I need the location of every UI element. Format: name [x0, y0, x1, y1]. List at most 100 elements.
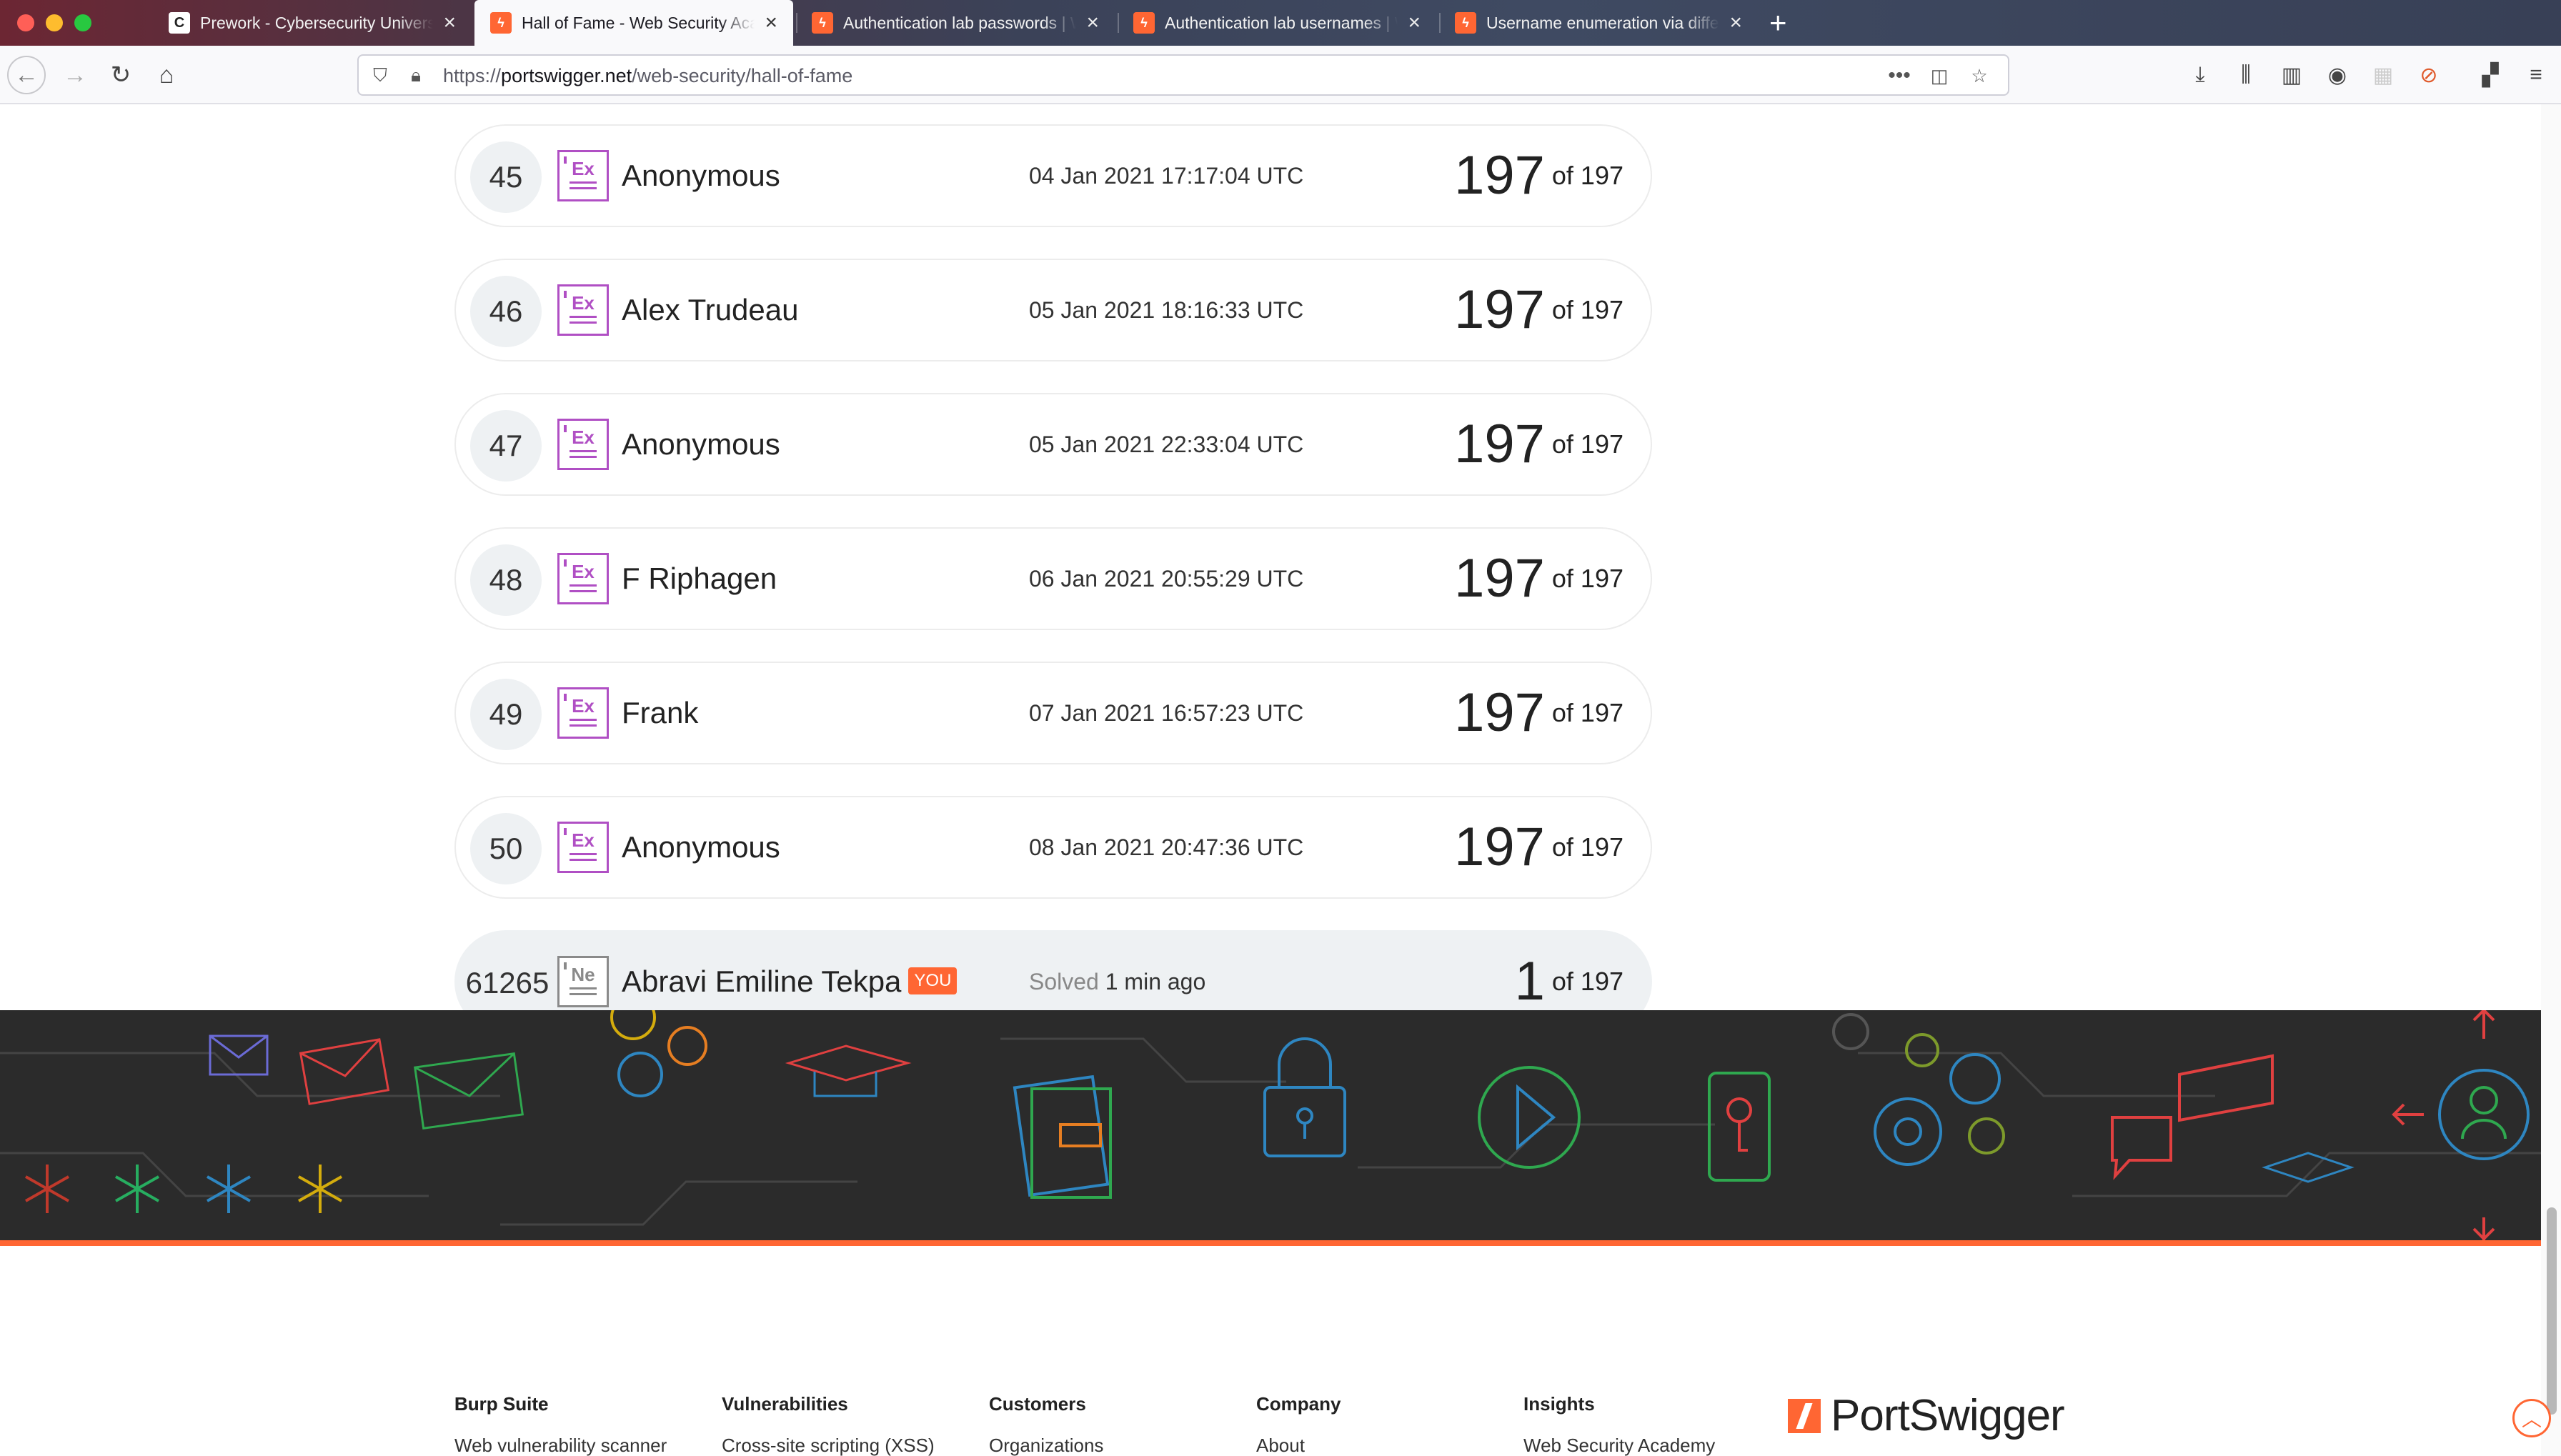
score-value: 197	[1454, 682, 1545, 743]
close-window-button[interactable]	[17, 14, 34, 31]
bookmark-star-icon[interactable]: ☆	[1968, 64, 1991, 87]
site-footer: Burp Suite Burp Suite Web vulnerability …	[0, 1246, 2541, 1456]
lock-icon[interactable]: 🔒︎	[404, 64, 427, 87]
blocker-extension-icon[interactable]: ⊘	[2414, 60, 2444, 90]
rank-number: 46	[470, 276, 542, 347]
footer-link-organizations[interactable]: Organizations	[989, 1435, 1103, 1456]
scrollbar-thumb[interactable]	[2547, 1207, 2557, 1415]
tab-username-enumeration[interactable]: ϟ Username enumeration via different res…	[1439, 0, 1758, 46]
footer-link-xss[interactable]: Cross-site scripting (XSS)	[722, 1435, 935, 1456]
zoom-window-button[interactable]	[74, 14, 91, 31]
table-row: 46 Ex Alex Trudeau 05 Jan 2021 18:16:33 …	[454, 259, 1652, 361]
tab-title: Prework - Cybersecurity University	[200, 13, 434, 32]
score: 197 of 197	[1454, 663, 1623, 763]
tab-title: Authentication lab passwords | Web Secur…	[843, 13, 1076, 32]
user-name: Frank	[622, 696, 699, 729]
footer-heading-burp-suite: Burp Suite	[454, 1393, 549, 1415]
footer-link-web-vulnerability-scanner[interactable]: Web vulnerability scanner	[454, 1435, 667, 1456]
table-row: 48 Ex F Riphagen 06 Jan 2021 20:55:29 UT…	[454, 527, 1652, 630]
scroll-to-top-button[interactable]: ︿	[2512, 1399, 2551, 1437]
completion-date: 05 Jan 2021 18:16:33 UTC	[1029, 297, 1304, 323]
tab-auth-usernames[interactable]: ϟ Authentication lab usernames | Web Sec…	[1118, 0, 1436, 46]
downloads-icon[interactable]: ⤓	[2185, 60, 2215, 90]
expert-level-icon: Ex	[557, 553, 609, 604]
extension-icon[interactable]: ▦	[2368, 60, 2398, 90]
home-button[interactable]: ⌂	[147, 56, 186, 94]
rank-number: 49	[470, 679, 542, 750]
score-value: 197	[1454, 817, 1545, 877]
close-tab-icon[interactable]: ×	[443, 11, 456, 35]
you-badge: YOU	[908, 967, 958, 994]
score-value: 1	[1514, 951, 1545, 1012]
portswigger-icon: ϟ	[490, 12, 512, 34]
rank-number: 50	[470, 813, 542, 884]
expert-level-icon: Ex	[557, 822, 609, 873]
rank-number: 61265	[465, 966, 550, 999]
table-row: 47 Ex Anonymous 05 Jan 2021 22:33:04 UTC…	[454, 393, 1652, 496]
table-row: 49 Ex Frank 07 Jan 2021 16:57:23 UTC 197…	[454, 662, 1652, 764]
tab-prework[interactable]: C Prework - Cybersecurity University ×	[153, 0, 472, 46]
score-total: of 197	[1551, 698, 1623, 727]
score-total: of 197	[1551, 832, 1623, 862]
rank-number: 45	[470, 141, 542, 213]
forward-button[interactable]: →	[56, 56, 94, 94]
score: 197 of 197	[1454, 394, 1623, 494]
expert-level-icon: Ex	[557, 284, 609, 336]
footer-link-web-security-academy[interactable]: Web Security Academy	[1523, 1435, 1715, 1456]
solved-label: Solved	[1029, 969, 1099, 994]
sidebar-icon[interactable]: ▥	[2277, 60, 2307, 90]
footer-heading-company: Company	[1256, 1393, 1341, 1415]
score-total: of 197	[1551, 295, 1623, 324]
library-icon[interactable]: ⫼	[2231, 60, 2261, 90]
score: 197 of 197	[1454, 260, 1623, 360]
hamburger-menu-icon[interactable]: ≡	[2521, 60, 2551, 90]
tab-title: Username enumeration via different respo…	[1486, 13, 1719, 32]
account-icon[interactable]: ◉	[2322, 60, 2352, 90]
close-tab-icon[interactable]: ×	[765, 11, 777, 35]
close-tab-icon[interactable]: ×	[1408, 11, 1421, 35]
logo-text: PortSwigger	[1831, 1391, 2065, 1440]
footer-link-about[interactable]: About	[1256, 1435, 1305, 1456]
completion-date: 04 Jan 2021 17:17:04 UTC	[1029, 163, 1304, 189]
new-tab-button[interactable]: +	[1769, 6, 1787, 40]
extensions-menu-icon[interactable]: ▞	[2475, 60, 2505, 90]
shield-icon[interactable]: ⛉	[369, 64, 392, 87]
address-bar[interactable]: ⛉ 🔒︎ https://portswigger.net/web-securit…	[357, 54, 2009, 96]
score-total: of 197	[1551, 161, 1623, 190]
score-total: of 197	[1551, 967, 1623, 996]
expert-level-icon: Ex	[557, 419, 609, 470]
tab-hall-of-fame[interactable]: ϟ Hall of Fame - Web Security Academy ×	[474, 0, 793, 46]
more-actions-icon[interactable]: •••	[1888, 64, 1911, 87]
scrollbar[interactable]	[2541, 104, 2561, 1456]
tab-title: Authentication lab usernames | Web Secur…	[1165, 13, 1398, 32]
score-total: of 197	[1551, 564, 1623, 593]
pocket-icon[interactable]: ◫	[1928, 64, 1951, 87]
reload-button[interactable]: ↻	[101, 56, 140, 94]
completion-date: 07 Jan 2021 16:57:23 UTC	[1029, 700, 1304, 726]
expert-level-icon: Ex	[557, 687, 609, 739]
tab-title: Hall of Fame - Web Security Academy	[522, 13, 755, 32]
back-button[interactable]: ←	[7, 56, 46, 94]
tab-auth-passwords[interactable]: ϟ Authentication lab passwords | Web Sec…	[796, 0, 1115, 46]
url-text[interactable]: https://portswigger.net/web-security/hal…	[443, 56, 852, 96]
orange-divider	[0, 1240, 2541, 1246]
minimize-window-button[interactable]	[46, 14, 63, 31]
completion-date: 06 Jan 2021 20:55:29 UTC	[1029, 566, 1304, 592]
close-tab-icon[interactable]: ×	[1086, 11, 1099, 35]
score-value: 197	[1454, 145, 1545, 206]
newcomer-level-icon: Ne	[557, 956, 609, 1007]
tab-strip: C Prework - Cybersecurity University × ϟ…	[0, 0, 2561, 46]
portswigger-logo[interactable]: PortSwigger	[1788, 1390, 2065, 1441]
user-name: Anonymous	[622, 159, 780, 192]
footer-illustration-banner	[0, 1010, 2541, 1240]
table-row: 50 Ex Anonymous 08 Jan 2021 20:47:36 UTC…	[454, 796, 1652, 899]
score: 197 of 197	[1454, 126, 1623, 226]
user-name: Anonymous	[622, 830, 780, 864]
c-logo-icon: C	[169, 12, 190, 34]
completion-date: 05 Jan 2021 22:33:04 UTC	[1029, 432, 1304, 457]
close-tab-icon[interactable]: ×	[1729, 11, 1742, 35]
circuit-illustration	[0, 1010, 2541, 1240]
portswigger-icon: ϟ	[1455, 12, 1476, 34]
portswigger-icon: ϟ	[1133, 12, 1155, 34]
expert-level-icon: Ex	[557, 150, 609, 201]
